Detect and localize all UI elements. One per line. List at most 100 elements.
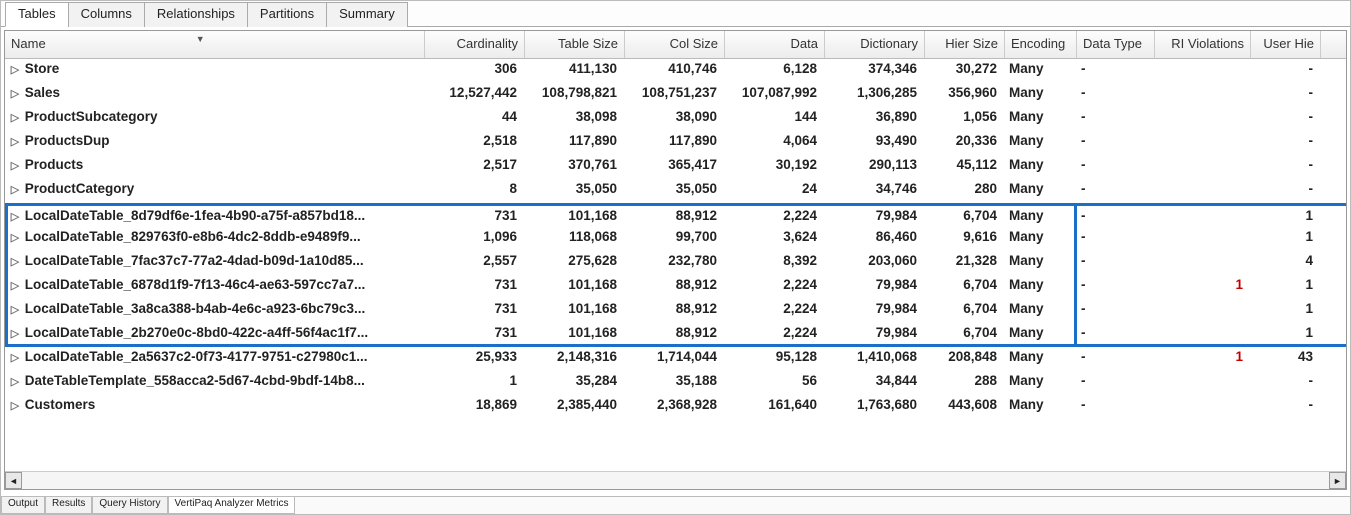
bottom-tab-query-history[interactable]: Query History bbox=[92, 497, 167, 514]
expand-icon[interactable]: ▷ bbox=[9, 210, 21, 223]
cell-dict: 36,890 bbox=[825, 107, 925, 131]
cell-tsize: 118,068 bbox=[525, 227, 625, 251]
table-row[interactable]: ▷ LocalDateTable_3a8ca388-b4ab-4e6c-a923… bbox=[5, 299, 1346, 323]
expand-icon[interactable]: ▷ bbox=[9, 327, 21, 340]
cell-dtype: - bbox=[1077, 83, 1155, 107]
cell-dtype: - bbox=[1077, 347, 1155, 371]
hscrollbar[interactable]: ◄ ► bbox=[5, 471, 1346, 489]
expand-icon[interactable]: ▷ bbox=[9, 111, 21, 124]
cell-enc: Many bbox=[1005, 179, 1077, 203]
cell-ri bbox=[1155, 179, 1251, 203]
cell-tsize: 101,168 bbox=[525, 299, 625, 323]
cell-dtype: - bbox=[1077, 251, 1155, 275]
tab-summary[interactable]: Summary bbox=[326, 2, 408, 27]
tab-columns[interactable]: Columns bbox=[68, 2, 144, 27]
col-header-uhier[interactable]: User Hie bbox=[1251, 31, 1321, 58]
expand-icon[interactable]: ▷ bbox=[9, 159, 21, 172]
table-row[interactable]: ▷ Store306411,130410,7466,128374,34630,2… bbox=[5, 59, 1346, 83]
expand-icon[interactable]: ▷ bbox=[9, 303, 21, 316]
tab-partitions[interactable]: Partitions bbox=[247, 2, 326, 27]
grid-header: Name▼CardinalityTable SizeCol SizeDataDi… bbox=[5, 31, 1346, 59]
cell-ri bbox=[1155, 227, 1251, 251]
cell-dict: 93,490 bbox=[825, 131, 925, 155]
col-header-csize[interactable]: Col Size bbox=[625, 31, 725, 58]
cell-ri bbox=[1155, 323, 1251, 344]
cell-card: 12,527,442 bbox=[425, 83, 525, 107]
cell-card: 731 bbox=[425, 206, 525, 227]
cell-name: ▷ ProductSubcategory bbox=[5, 107, 425, 131]
cell-tsize: 117,890 bbox=[525, 131, 625, 155]
expand-icon[interactable]: ▷ bbox=[9, 255, 21, 268]
cell-hier: 20,336 bbox=[925, 131, 1005, 155]
cell-dict: 1,410,068 bbox=[825, 347, 925, 371]
bottom-tab-output[interactable]: Output bbox=[1, 497, 45, 514]
cell-enc: Many bbox=[1005, 371, 1077, 395]
cell-uhier: - bbox=[1251, 395, 1321, 419]
scroll-track[interactable] bbox=[22, 472, 1329, 489]
expand-icon[interactable]: ▷ bbox=[9, 399, 21, 412]
expand-icon[interactable]: ▷ bbox=[9, 183, 21, 196]
expand-icon[interactable]: ▷ bbox=[9, 375, 21, 388]
col-header-card[interactable]: Cardinality bbox=[425, 31, 525, 58]
cell-ri bbox=[1155, 107, 1251, 131]
table-row[interactable]: ▷ LocalDateTable_7fac37c7-77a2-4dad-b09d… bbox=[5, 251, 1346, 275]
cell-uhier: 1 bbox=[1251, 299, 1321, 323]
cell-ri bbox=[1155, 395, 1251, 419]
table-row[interactable]: ▷ LocalDateTable_2a5637c2-0f73-4177-9751… bbox=[5, 347, 1346, 371]
cell-enc: Many bbox=[1005, 227, 1077, 251]
col-header-name[interactable]: Name▼ bbox=[5, 31, 425, 58]
tab-relationships[interactable]: Relationships bbox=[144, 2, 247, 27]
cell-data: 2,224 bbox=[725, 206, 825, 227]
cell-dtype: - bbox=[1077, 323, 1155, 344]
cell-hier: 21,328 bbox=[925, 251, 1005, 275]
table-row[interactable]: ▷ DateTableTemplate_558acca2-5d67-4cbd-9… bbox=[5, 371, 1346, 395]
table-row[interactable]: ▷ Customers18,8692,385,4402,368,928161,6… bbox=[5, 395, 1346, 419]
col-header-ri[interactable]: RI Violations bbox=[1155, 31, 1251, 58]
bottom-tab-vertipaq-analyzer-metrics[interactable]: VertiPaq Analyzer Metrics bbox=[168, 497, 296, 514]
table-row[interactable]: ▷ LocalDateTable_829763f0-e8b6-4dc2-8ddb… bbox=[5, 227, 1346, 251]
cell-dtype: - bbox=[1077, 131, 1155, 155]
cell-hier: 45,112 bbox=[925, 155, 1005, 179]
cell-uhier: - bbox=[1251, 107, 1321, 131]
cell-tsize: 411,130 bbox=[525, 59, 625, 83]
expand-icon[interactable]: ▷ bbox=[9, 63, 21, 76]
col-header-dict[interactable]: Dictionary bbox=[825, 31, 925, 58]
cell-uhier: 1 bbox=[1251, 227, 1321, 251]
col-header-hier[interactable]: Hier Size bbox=[925, 31, 1005, 58]
cell-uhier: - bbox=[1251, 155, 1321, 179]
bottom-tabs: OutputResultsQuery HistoryVertiPaq Analy… bbox=[1, 496, 1350, 514]
scroll-right-icon[interactable]: ► bbox=[1329, 472, 1346, 489]
table-row[interactable]: ▷ LocalDateTable_2b270e0c-8bd0-422c-a4ff… bbox=[5, 323, 1346, 347]
col-header-data[interactable]: Data bbox=[725, 31, 825, 58]
expand-icon[interactable]: ▷ bbox=[9, 231, 21, 244]
cell-name: ▷ LocalDateTable_2b270e0c-8bd0-422c-a4ff… bbox=[5, 323, 425, 344]
cell-card: 1 bbox=[425, 371, 525, 395]
col-header-tsize[interactable]: Table Size bbox=[525, 31, 625, 58]
col-header-dtype[interactable]: Data Type bbox=[1077, 31, 1155, 58]
table-row[interactable]: ▷ ProductsDup2,518117,890117,8904,06493,… bbox=[5, 131, 1346, 155]
cell-dict: 86,460 bbox=[825, 227, 925, 251]
cell-csize: 35,050 bbox=[625, 179, 725, 203]
expand-icon[interactable]: ▷ bbox=[9, 351, 21, 364]
bottom-tab-results[interactable]: Results bbox=[45, 497, 92, 514]
cell-tsize: 275,628 bbox=[525, 251, 625, 275]
cell-enc: Many bbox=[1005, 155, 1077, 179]
cell-name: ▷ ProductsDup bbox=[5, 131, 425, 155]
table-row[interactable]: ▷ ProductCategory835,05035,0502434,74628… bbox=[5, 179, 1346, 203]
cell-ri: 1 bbox=[1155, 275, 1251, 299]
cell-name: ▷ LocalDateTable_829763f0-e8b6-4dc2-8ddb… bbox=[5, 227, 425, 251]
table-row[interactable]: ▷ ProductSubcategory4438,09838,09014436,… bbox=[5, 107, 1346, 131]
table-row[interactable]: ▷ Products2,517370,761365,41730,192290,1… bbox=[5, 155, 1346, 179]
cell-enc: Many bbox=[1005, 206, 1077, 227]
table-row[interactable]: ▷ Sales12,527,442108,798,821108,751,2371… bbox=[5, 83, 1346, 107]
table-row[interactable]: ▷ LocalDateTable_6878d1f9-7f13-46c4-ae63… bbox=[5, 275, 1346, 299]
expand-icon[interactable]: ▷ bbox=[9, 279, 21, 292]
cell-data: 161,640 bbox=[725, 395, 825, 419]
expand-icon[interactable]: ▷ bbox=[9, 135, 21, 148]
col-header-enc[interactable]: Encoding bbox=[1005, 31, 1077, 58]
tab-tables[interactable]: Tables bbox=[5, 2, 68, 27]
table-row[interactable]: ▷ LocalDateTable_8d79df6e-1fea-4b90-a75f… bbox=[5, 203, 1346, 227]
cell-csize: 99,700 bbox=[625, 227, 725, 251]
scroll-left-icon[interactable]: ◄ bbox=[5, 472, 22, 489]
expand-icon[interactable]: ▷ bbox=[9, 87, 21, 100]
